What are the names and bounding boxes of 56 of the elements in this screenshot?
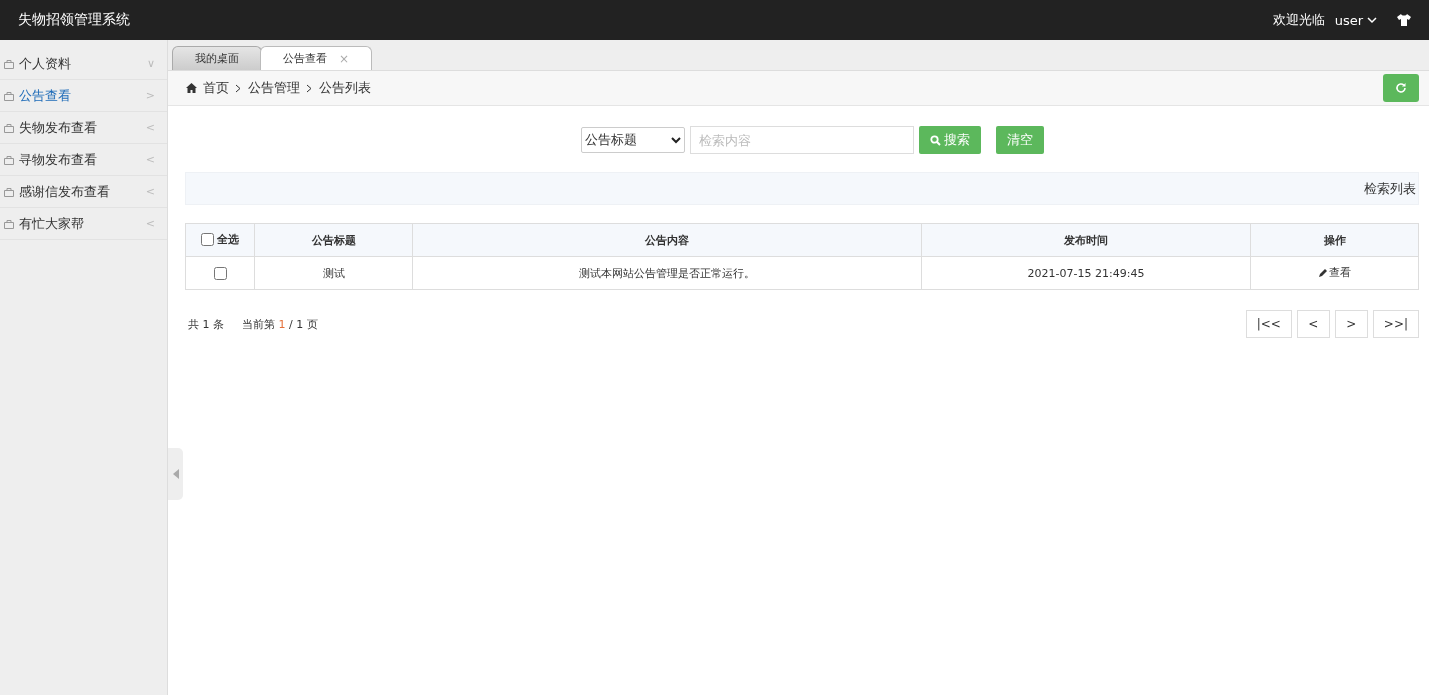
table-cell: 测试本网站公告管理是否正常运行。 [412,256,922,290]
pencil-icon [1318,267,1328,278]
shirt-icon[interactable] [1397,14,1411,26]
chevron: < [145,185,155,198]
sidebar-collapse-handle[interactable] [168,448,183,500]
breadcrumb-link[interactable]: 公告管理 [248,79,300,97]
chevron: < [145,153,155,166]
sidebar-item[interactable]: 寻物发布查看 < [0,144,167,176]
table-cell: 2021-07-15 21:49:45 [921,256,1251,290]
bag-icon [3,153,15,166]
search-icon [929,134,941,146]
refresh-icon [1395,82,1407,94]
tab[interactable]: 我的桌面 [172,46,262,70]
caret-icon [1367,16,1377,24]
chevron: < [145,217,155,230]
panel-title: 检索列表 [1364,179,1416,198]
app-title: 失物招领管理系统 [18,11,130,29]
breadcrumb-separator-icon [306,83,313,93]
pagination-button[interactable]: < [1296,310,1330,338]
sidebar-item[interactable]: 有忙大家帮 < [0,208,167,240]
table-cell: 测试 [254,256,413,290]
table-header-cell: 操作 [1250,223,1419,257]
bag-icon [3,89,15,102]
chevron: ∨ [146,57,155,70]
table-header-cell: 公告内容 [412,223,922,257]
sidebar-item[interactable]: 感谢信发布查看 < [0,176,167,208]
search-input[interactable]: 检索内容 [689,126,914,154]
bag-icon [3,217,15,230]
row-checkbox[interactable] [214,266,227,280]
chevron: < [145,121,155,134]
select-all-label: 全选 [217,231,239,247]
select-all-checkbox[interactable] [201,232,214,246]
user-menu[interactable]: user [1334,12,1377,28]
total-count: 共 1 条 [188,316,224,332]
pagination-button[interactable]: > [1334,310,1368,338]
breadcrumb-link[interactable]: 公告列表 [319,79,371,97]
caret-icon [670,136,681,144]
welcome-text: 欢迎光临 [1272,11,1325,29]
bag-icon [3,121,15,134]
breadcrumb-link[interactable]: 首页 [203,79,229,97]
home-icon [186,83,197,93]
tab[interactable]: 公告查看 × [260,46,373,70]
chevron: > [145,89,155,102]
view-link[interactable]: 查看 [1318,265,1351,281]
bag-icon [3,57,15,70]
sidebar-item[interactable]: 公告查看 > [0,80,167,112]
breadcrumb-separator-icon [235,83,242,93]
pagination-button[interactable]: |<< [1245,310,1292,338]
bag-icon [3,185,15,198]
pagination-button[interactable]: >>| [1372,310,1419,338]
page-indicator: 当前第 1 / 1 页 [242,316,318,332]
table-header-cell: 发布时间 [921,223,1251,257]
search-field-select[interactable]: 公告标题 [580,127,685,153]
sidebar-item[interactable]: 失物发布查看 < [0,112,167,144]
table-header-cell: 公告标题 [254,223,413,257]
sidebar-item[interactable]: 个人资料 ∨ [0,48,167,80]
